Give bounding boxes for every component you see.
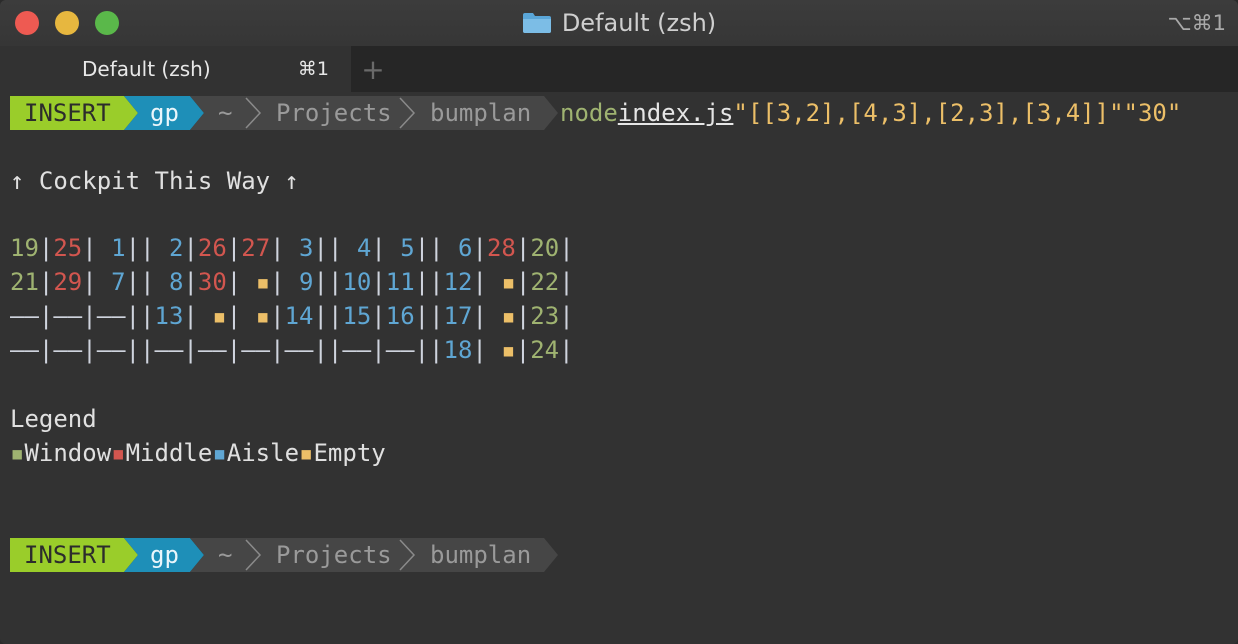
prompt-home: ~ xyxy=(218,541,233,569)
window-title-area: Default (zsh) xyxy=(0,0,1238,46)
prompt-user: gp xyxy=(150,541,179,569)
tab-shortcut: ⌘1 xyxy=(297,58,329,80)
mode-indicator: INSERT xyxy=(24,541,111,569)
prompt-dir-bumplan: bumplan xyxy=(430,541,532,569)
tab-label: Default (zsh) xyxy=(82,57,211,81)
command-program: node xyxy=(560,99,618,127)
prompt-dir-projects: Projects xyxy=(276,99,392,127)
title-bar: Default (zsh) ⌥⌘1 xyxy=(0,0,1238,47)
aisle-swatch-icon: ▪ xyxy=(212,439,227,467)
legend: ▪ Window ▪ Middle ▪ Aisle ▪ Empty xyxy=(10,436,386,470)
seat-row: 19 | 25 | 1 | | 2 | 26 | 27 | 3 | | 4 | 5 | | 6 | 28 | 2… xyxy=(10,234,574,262)
tab-bar: Default (zsh) ⌘1 + xyxy=(0,46,1238,92)
legend-title: Legend xyxy=(10,405,97,433)
prompt-line: INSERT gp ~ Projects bumplan node index.… xyxy=(10,96,1230,130)
prompt-dir-bumplan: bumplan xyxy=(430,99,532,127)
middle-swatch-icon: ▪ xyxy=(111,439,126,467)
terminal-content[interactable]: INSERT gp ~ Projects bumplan node index.… xyxy=(0,92,1238,644)
prompt-user: gp xyxy=(150,99,179,127)
prompt-line: INSERT gp ~ Projects bumplan xyxy=(10,538,570,572)
tab-default-zsh[interactable]: Default (zsh) ⌘1 xyxy=(0,46,351,92)
empty-swatch-icon: ▪ xyxy=(299,439,314,467)
window-swatch-icon: ▪ xyxy=(10,439,25,467)
seat-row: 21 | 29 | 7 | | 8 | 30 | ▪ | 9 | | 10 | 11 | | 12 | ▪ | 2… xyxy=(10,268,574,296)
prompt-home: ~ xyxy=(218,99,233,127)
seat-row: ——|——|——| |——|——|——|——| |——|——| | 18 | ▪ | 2… xyxy=(10,336,574,364)
legend-empty: Empty xyxy=(313,439,386,467)
seat-row: ——|——|——| | 13 | ▪ | ▪ | 14 | | 15 | 16 | | 17 | ▪ | 2… xyxy=(10,302,574,330)
legend-window: Window xyxy=(24,439,112,467)
terminal-window: Default (zsh) ⌥⌘1 Default (zsh) ⌘1 + INS… xyxy=(0,0,1238,644)
new-tab-button[interactable]: + xyxy=(358,46,388,92)
command-arg-layout: "[[3,2],[4,3],[2,3],[3,4]]" xyxy=(733,99,1124,127)
window-title: Default (zsh) xyxy=(561,9,717,37)
folder-icon xyxy=(522,12,552,34)
legend-aisle: Aisle xyxy=(226,439,300,467)
command-file: index.js xyxy=(617,99,734,127)
legend-middle: Middle xyxy=(125,439,213,467)
command-arg-passengers: "30" xyxy=(1123,99,1182,127)
output-heading: ↑ Cockpit This Way ↑ xyxy=(10,167,299,195)
window-shortcut: ⌥⌘1 xyxy=(1167,11,1226,35)
prompt-dir-projects: Projects xyxy=(276,541,392,569)
command-text: node index.js "[[3,2],[4,3],[2,3],[3,4]]… xyxy=(560,96,1181,130)
mode-indicator: INSERT xyxy=(24,99,111,127)
